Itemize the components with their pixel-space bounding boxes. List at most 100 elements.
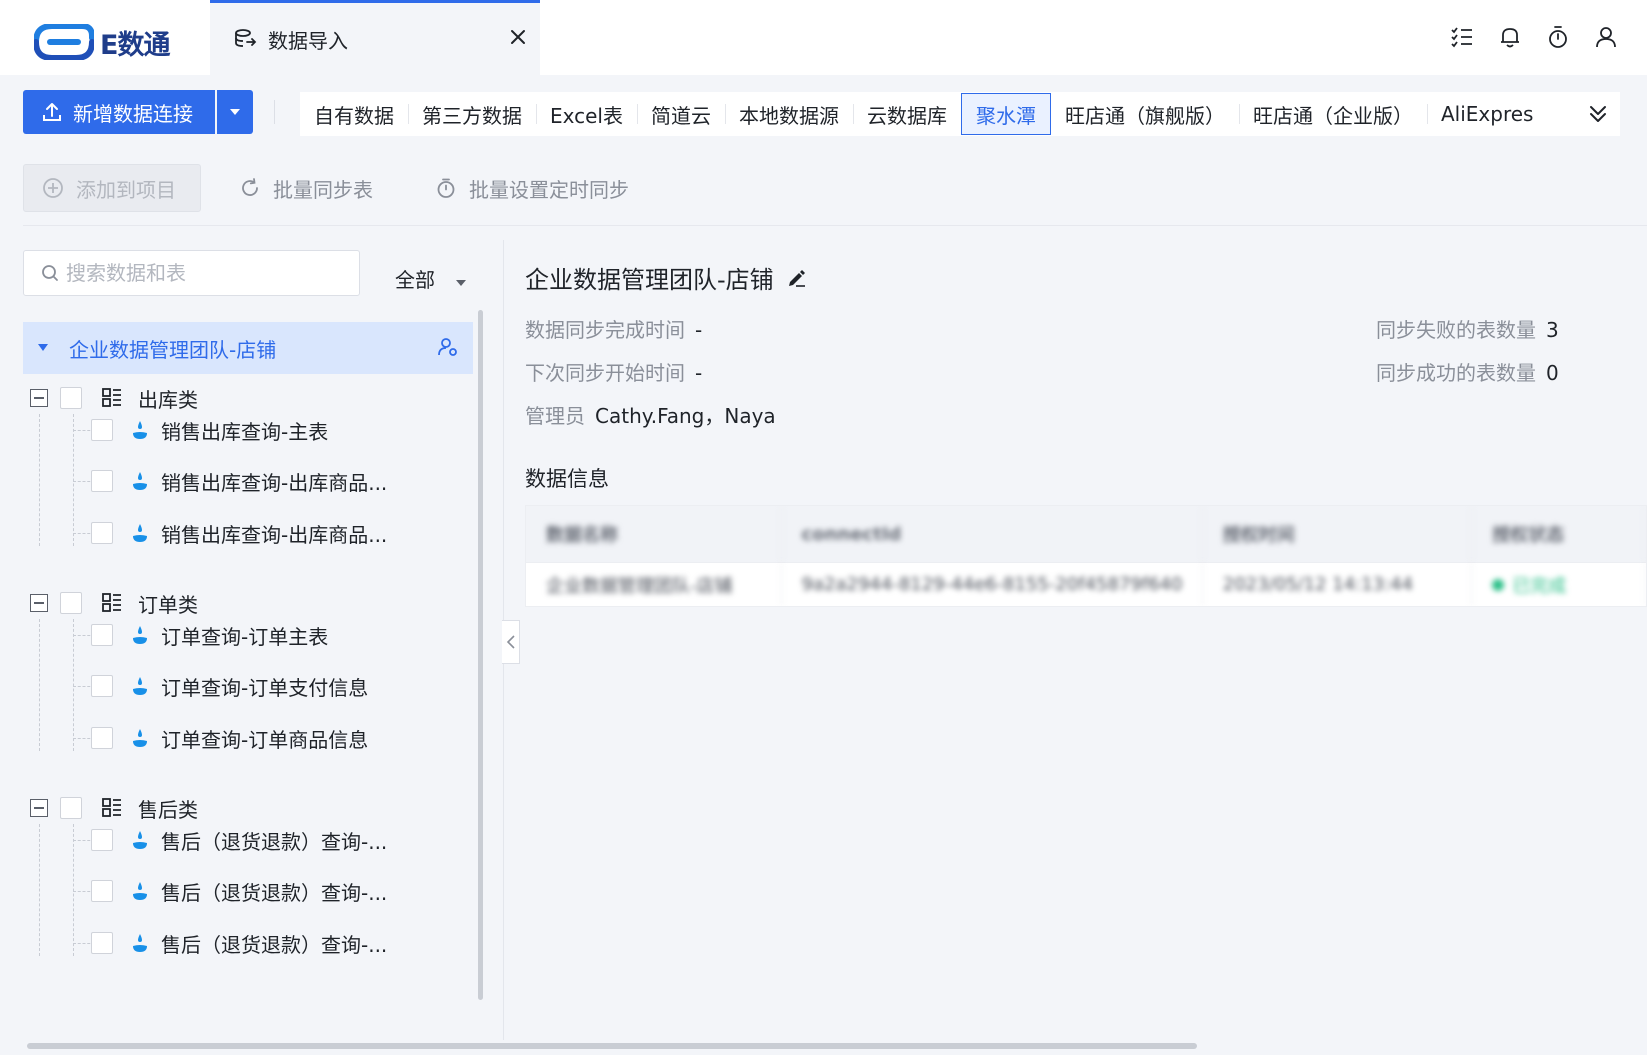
tree-leaf[interactable]: 售后（退货退款）查询-... [91,923,387,963]
tree-root-label: 企业数据管理团队-店铺 [69,337,277,362]
top-bar: E数通 数据导入 [0,0,1647,75]
top-icons [1449,24,1619,50]
collapse-toggle[interactable] [30,389,48,407]
status-dot [1492,578,1505,591]
batch-schedule-button[interactable]: 批量设置定时同步 [435,164,629,212]
app-logo: E数通 [34,22,170,62]
tree-leaf[interactable]: 订单查询-订单主表 [91,615,328,655]
user-settings-icon[interactable] [437,336,459,358]
tree-leaf[interactable]: 销售出库查询-主表 [91,410,328,450]
tree-leaf-label: 销售出库查询-出库商品... [161,470,388,495]
tree-connector [73,414,74,546]
user-icon[interactable] [1593,24,1619,50]
source-tab-jushuitan[interactable]: 聚水潭 [960,93,1051,135]
table-cell: 企业数据管理团队-店铺 [526,563,782,606]
sync-done-value: - [695,318,703,342]
upload-icon [43,103,61,121]
checkbox[interactable] [91,880,113,902]
tree-leaf[interactable]: 售后（退货退款）查询-... [91,820,387,860]
caret-down-icon[interactable] [37,343,49,353]
tree-leaf[interactable]: 销售出库查询-出库商品... [91,461,387,501]
checkbox[interactable] [60,797,82,819]
collapse-toggle[interactable] [30,594,48,612]
tab-label: 数据导入 [268,28,348,53]
batch-sync-button[interactable]: 批量同步表 [239,164,373,212]
source-tabs: 自有数据 第三方数据 Excel表 简道云 本地数据源 云数据库 聚水潭 旺店通… [300,92,1610,136]
source-tab-excel[interactable]: Excel表 [536,92,637,136]
tree-leaf[interactable]: 售后（退货退款）查询-... [91,871,387,911]
tree-leaf[interactable]: 销售出库查询-出库商品... [91,513,387,553]
checkbox[interactable] [91,522,113,544]
next-sync-value: - [695,361,703,385]
jushuitan-drop-icon [133,626,147,644]
checkbox[interactable] [91,470,113,492]
caret-down-icon [230,109,240,115]
data-info-table: 数据名称 connectId 授权时间 授权状态 企业数据管理团队-店铺 9a2… [525,505,1647,607]
tree-leaf-label: 订单查询-订单支付信息 [161,675,369,700]
source-tab-cloud-db[interactable]: 云数据库 [852,92,961,136]
failed-count-value: 3 [1546,318,1559,342]
tree-scrollbar[interactable] [478,310,483,1000]
collapse-toggle[interactable] [30,799,48,817]
tree-leaf[interactable]: 订单查询-订单商品信息 [91,718,368,758]
failed-count-label: 同步失败的表数量 [1376,318,1536,342]
status-text: 已完成 [1512,575,1567,597]
table-header: 数据名称 connectId 授权时间 授权状态 [526,506,1646,562]
column-header: 授权时间 [1203,506,1473,562]
jushuitan-drop-icon [133,677,147,695]
checkbox[interactable] [91,932,113,954]
jushuitan-drop-icon [133,421,147,439]
tab-data-import[interactable]: 数据导入 [210,0,540,75]
double-chevron-down-icon [1590,106,1606,122]
batch-sync-label: 批量同步表 [273,177,373,202]
filter-dropdown[interactable]: 全部 [395,264,467,293]
column-header: 授权状态 [1472,506,1646,562]
category-grid-icon [102,388,121,407]
source-tab-own[interactable]: 自有数据 [300,92,408,136]
source-tab-wangdiantong-enterprise[interactable]: 旺店通（企业版） [1238,92,1427,136]
task-list-icon[interactable] [1449,24,1475,50]
add-connection-button[interactable]: 新增数据连接 [23,90,215,134]
table-cell: 2023/05/12 14:13:44 [1203,563,1473,606]
add-to-project-button[interactable]: 添加到项目 [23,164,201,212]
checkbox[interactable] [91,624,113,646]
source-tab-third-party[interactable]: 第三方数据 [408,92,536,136]
tree-leaf[interactable]: 订单查询-订单支付信息 [91,666,368,706]
source-tab-aliexpress[interactable]: AliExpres [1426,92,1547,136]
source-tab-local[interactable]: 本地数据源 [724,92,853,136]
collapse-panel-button[interactable] [502,620,520,664]
tree-group-label: 订单类 [138,592,198,617]
bell-icon[interactable] [1497,24,1523,50]
add-connection-dropdown[interactable] [217,90,253,134]
failed-count-info: 同步失败的表数量 3 [1376,314,1559,343]
jushuitan-drop-icon [133,472,147,490]
tree-connector [73,824,74,956]
source-tabs-more-button[interactable] [1576,92,1620,136]
detail-header: 企业数据管理团队-店铺 [525,260,808,295]
column-header: 数据名称 [526,506,782,562]
horizontal-scrollbar[interactable] [27,1043,1197,1049]
table-row[interactable]: 企业数据管理团队-店铺 9a2a2944-8129-44e6-8155-20f4… [526,562,1646,606]
checkbox[interactable] [60,592,82,614]
checkbox[interactable] [60,387,82,409]
tree-root-node[interactable]: 企业数据管理团队-店铺 [23,322,473,374]
jushuitan-drop-icon [133,882,147,900]
timer-icon[interactable] [1545,24,1571,50]
data-info-title: 数据信息 [525,467,609,491]
checkbox[interactable] [91,829,113,851]
checkbox[interactable] [91,675,113,697]
source-tab-wangdiantong-flagship[interactable]: 旺店通（旗舰版） [1051,92,1239,136]
checkbox[interactable] [91,727,113,749]
sync-done-label: 数据同步完成时间 [525,318,685,342]
close-icon[interactable] [506,25,530,49]
edit-icon[interactable] [786,267,808,289]
success-count-label: 同步成功的表数量 [1376,361,1536,385]
tree-leaf-label: 订单查询-订单主表 [161,624,329,649]
success-count-info: 同步成功的表数量 0 [1376,357,1559,386]
checkbox[interactable] [91,419,113,441]
search-input[interactable] [66,261,336,285]
app-name: E数通 [100,29,170,61]
source-tab-jiandaoyun[interactable]: 简道云 [636,92,725,136]
success-count-value: 0 [1546,361,1559,385]
next-sync-info: 下次同步开始时间 - [525,357,702,386]
